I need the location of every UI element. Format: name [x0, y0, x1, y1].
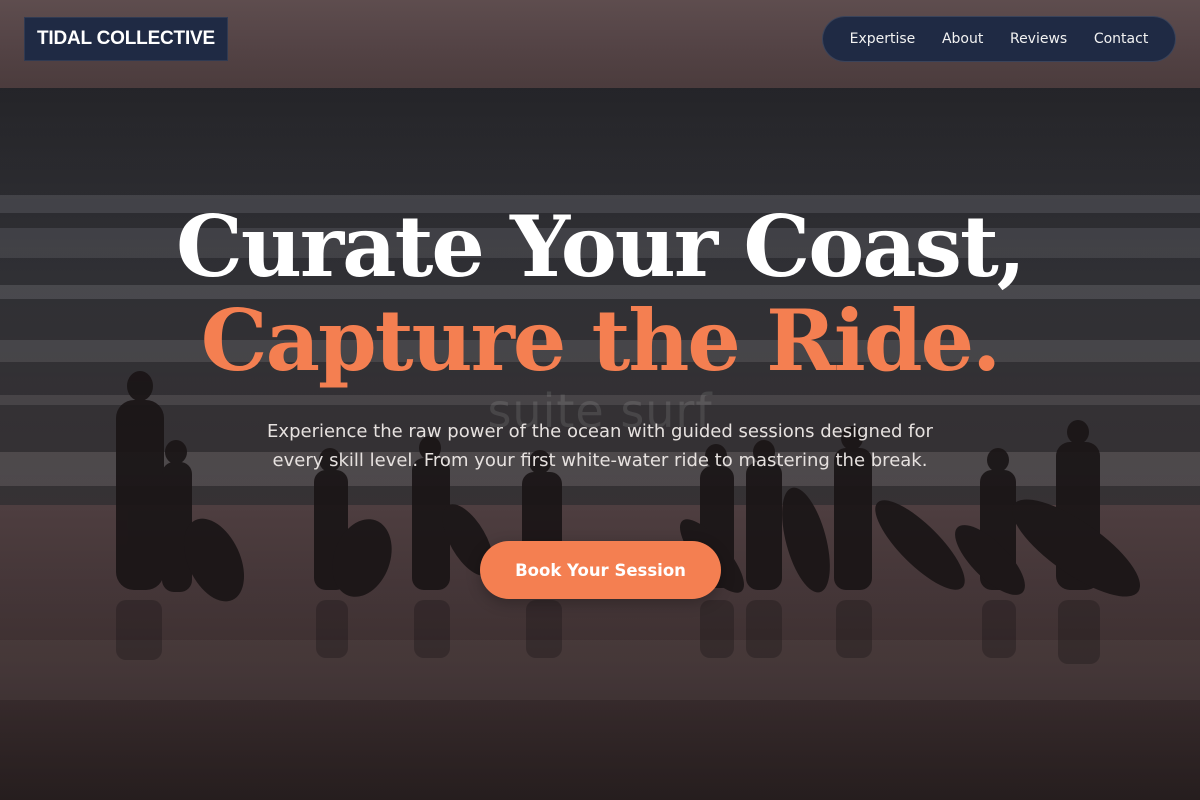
hero-title: Curate Your Coast, Capture the Ride.	[0, 200, 1200, 388]
nav-link-expertise[interactable]: Expertise	[842, 25, 924, 53]
book-session-button[interactable]: Book Your Session	[480, 541, 721, 599]
hero-subtitle: Experience the raw power of the ocean wi…	[267, 421, 933, 471]
hero-title-line-1: Curate Your Coast,	[175, 197, 1026, 296]
nav-link-about[interactable]: About	[934, 25, 991, 53]
nav-link-reviews[interactable]: Reviews	[1002, 25, 1075, 53]
brand-logo[interactable]: TIDAL COLLECTIVE	[24, 17, 228, 61]
main-nav: Expertise About Reviews Contact	[822, 16, 1176, 62]
hero-title-line-2: Capture the Ride.	[200, 291, 1002, 390]
nav-link-contact[interactable]: Contact	[1086, 25, 1156, 53]
